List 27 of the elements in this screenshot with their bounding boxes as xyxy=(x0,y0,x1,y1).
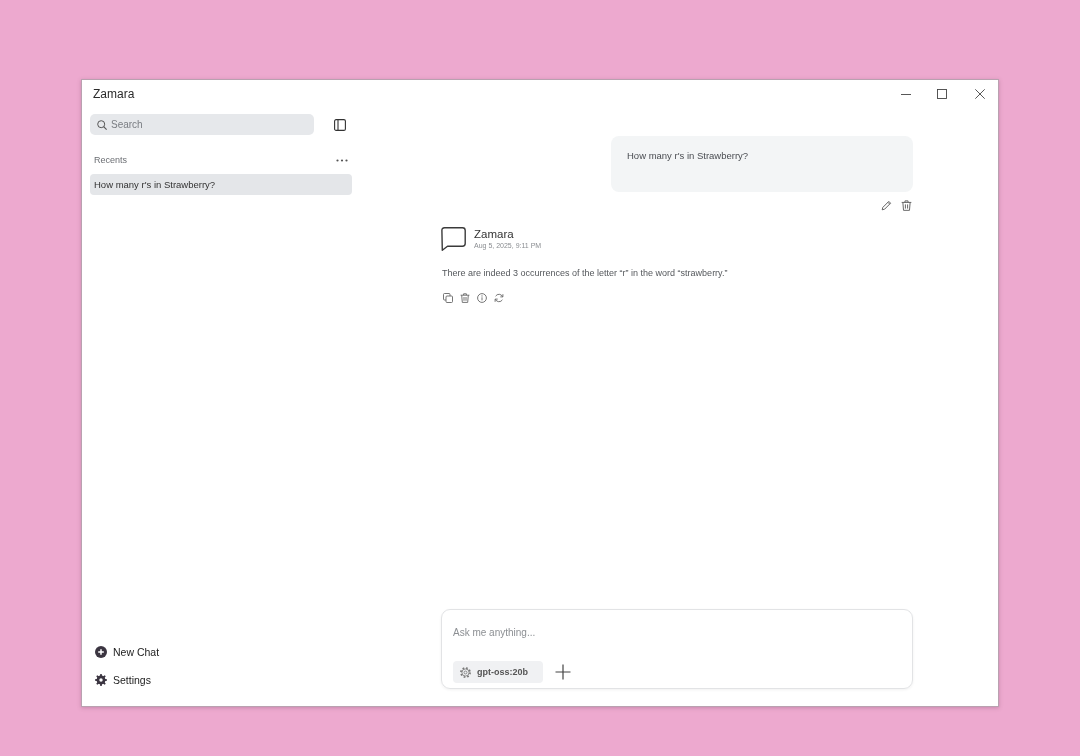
chat-bubble-icon xyxy=(441,227,466,251)
model-selector-button[interactable]: gpt-oss:20b xyxy=(453,661,543,683)
more-icon[interactable] xyxy=(336,158,348,162)
search-field[interactable]: Search xyxy=(90,114,314,135)
trash-icon[interactable] xyxy=(460,293,470,303)
recent-chat-item[interactable]: How many r's in Strawberry? xyxy=(90,174,352,195)
window-title: Zamara xyxy=(93,87,135,101)
regenerate-icon[interactable] xyxy=(494,293,504,303)
gear-icon xyxy=(460,666,471,678)
message-input[interactable]: Ask me anything... xyxy=(453,624,901,640)
recents-label: Recents xyxy=(94,155,128,165)
search-icon xyxy=(97,119,107,130)
add-icon[interactable] xyxy=(555,664,571,680)
pencil-icon[interactable] xyxy=(881,200,892,211)
assistant-message-text: There are indeed 3 occurrences of the letter “r” in the word “strawberry.” xyxy=(442,267,729,279)
sidebar-toggle-icon[interactable] xyxy=(334,118,346,131)
settings-button[interactable]: Settings xyxy=(90,670,151,690)
assistant-name: Zamara xyxy=(474,228,515,240)
info-icon[interactable] xyxy=(477,293,487,303)
gear-icon xyxy=(95,674,107,686)
plus-circle-icon xyxy=(95,646,107,658)
copy-icon[interactable] xyxy=(443,293,453,303)
new-chat-button[interactable]: New Chat xyxy=(90,642,160,662)
user-message-bubble: How many r's in Strawberry? xyxy=(611,136,913,192)
close-icon[interactable] xyxy=(975,89,985,99)
maximize-icon[interactable] xyxy=(937,89,947,99)
trash-icon[interactable] xyxy=(901,200,912,211)
